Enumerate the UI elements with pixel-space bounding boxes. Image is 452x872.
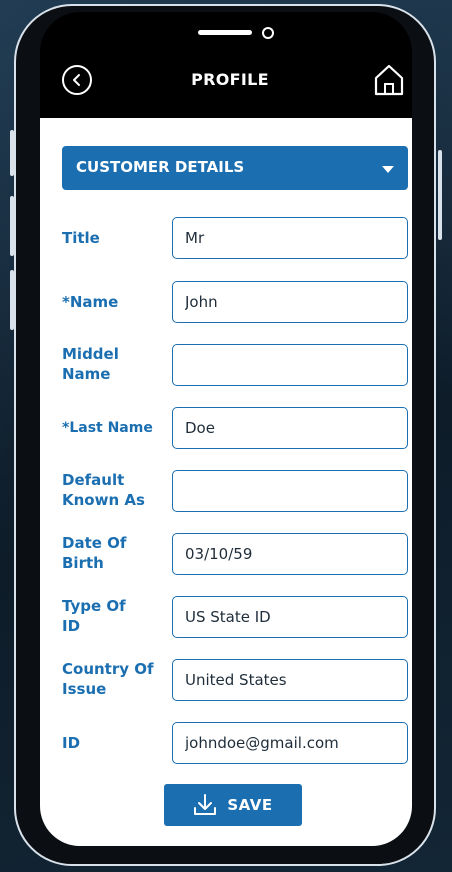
page-title: PROFILE (191, 70, 269, 89)
name-label: *Name (62, 293, 119, 311)
home-button[interactable] (372, 62, 406, 98)
phone-side-button (10, 196, 14, 256)
form-row-middle-name: Middel Name (62, 344, 408, 388)
name-input[interactable] (172, 281, 408, 323)
known-as-input[interactable] (172, 470, 408, 512)
phone-side-button (10, 130, 14, 176)
title-input[interactable] (172, 217, 408, 259)
save-button[interactable]: SAVE (164, 784, 302, 826)
last-name-label: *Last Name (62, 420, 153, 436)
middle-name-input[interactable] (172, 344, 408, 386)
middle-name-label: Middel Name (62, 345, 119, 383)
date-of-birth-input[interactable] (172, 533, 408, 575)
download-icon (194, 794, 217, 815)
form-row-country: Country Of Issue (62, 659, 408, 703)
customer-details-dropdown[interactable]: CUSTOMER DETAILS (62, 146, 408, 190)
id-input[interactable] (172, 722, 408, 764)
form-row-id: ID (62, 722, 408, 766)
caret-down-icon (382, 166, 394, 173)
known-as-label: Default Known As (62, 471, 145, 509)
phone-side-button (438, 150, 442, 240)
profile-form: CUSTOMER DETAILS Title *Name Middel Name… (40, 118, 412, 846)
home-icon (374, 64, 404, 96)
form-row-title: Title (62, 217, 408, 261)
form-row-id-type: Type Of ID (62, 596, 408, 640)
id-type-input[interactable] (172, 596, 408, 638)
camera-icon (262, 27, 274, 39)
id-label: ID (62, 734, 81, 752)
last-name-input[interactable] (172, 407, 408, 449)
country-label: Country Of Issue (62, 660, 154, 698)
title-label: Title (62, 229, 100, 247)
phone-side-button (10, 270, 14, 330)
speaker-icon (198, 30, 252, 35)
date-of-birth-label: Date Of Birth (62, 534, 127, 572)
back-button[interactable] (62, 65, 92, 95)
form-row-known-as: Default Known As (62, 470, 408, 514)
chevron-left-circle-icon (73, 74, 80, 86)
form-row-name: *Name (62, 281, 408, 325)
form-row-date-of-birth: Date Of Birth (62, 533, 408, 577)
form-row-last-name: *Last Name (62, 407, 408, 451)
id-type-label: Type Of ID (62, 597, 126, 635)
save-label: SAVE (227, 796, 273, 814)
country-input[interactable] (172, 659, 408, 701)
section-label: CUSTOMER DETAILS (76, 158, 245, 176)
